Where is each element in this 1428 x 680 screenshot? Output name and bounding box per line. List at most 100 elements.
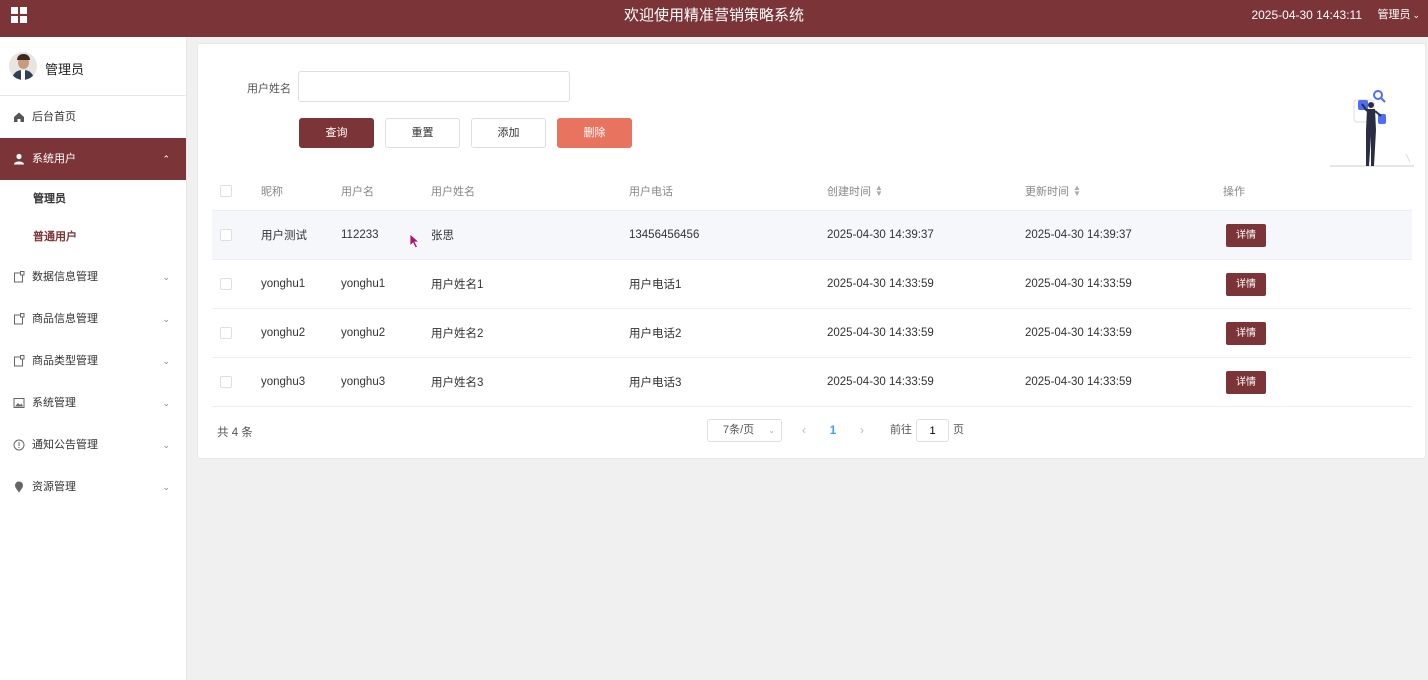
header-phone: 用户电话: [629, 185, 673, 198]
row-checkbox[interactable]: [220, 278, 232, 290]
chevron-down-icon: ⌄: [162, 440, 170, 450]
table-row[interactable]: 用户测试 112233 张思 13456456456 2025-04-30 14…: [212, 211, 1412, 260]
add-button[interactable]: 添加: [471, 118, 546, 148]
cell-phone: 用户电话1: [629, 279, 682, 291]
sidebar-item-product-type[interactable]: 商品类型管理 ⌄: [0, 340, 186, 382]
cell-nickname: yonghu3: [261, 376, 306, 388]
page-size-select[interactable]: 7条/页 ⌄: [707, 419, 782, 442]
chevron-down-icon: ⌄: [162, 482, 170, 492]
cell-created: 2025-04-30 14:39:37: [827, 229, 934, 241]
user-table: 昵称 用户名 用户姓名 用户电话 创建时间 ▲ ▼ 更新时间 ▲ ▼ 操作 用户测试…: [212, 171, 1412, 407]
info-icon: [13, 439, 25, 451]
row-checkbox[interactable]: [220, 376, 232, 388]
row-checkbox[interactable]: [220, 327, 232, 339]
detail-button[interactable]: 详情: [1226, 223, 1266, 247]
clipboard-icon: [14, 313, 25, 325]
search-illustration: [1330, 90, 1414, 167]
page-size-value: 7条/页: [723, 424, 755, 436]
select-all-checkbox[interactable]: [220, 184, 232, 197]
sort-icon[interactable]: ▲ ▼: [875, 183, 883, 197]
header-action: 操作: [1223, 185, 1245, 198]
detail-button[interactable]: 详情: [1226, 272, 1266, 296]
cell-phone: 13456456456: [629, 229, 700, 241]
chevron-down-icon: ⌄: [162, 356, 170, 366]
sidebar-item-label: 商品类型管理: [32, 355, 98, 367]
chevron-down-icon: ⌄: [768, 426, 775, 435]
avatar: [9, 52, 37, 80]
image-icon: [13, 398, 25, 408]
goto-suffix: 页: [953, 424, 964, 436]
sidebar-profile: 管理员: [0, 37, 186, 96]
chevron-down-icon: ⌄: [162, 398, 170, 408]
goto-page-input[interactable]: [916, 419, 949, 442]
sidebar-item-product-info[interactable]: 商品信息管理 ⌄: [0, 298, 186, 340]
cell-username: 112233: [341, 229, 379, 241]
prev-page-button[interactable]: ‹: [798, 419, 810, 442]
profile-name: 管理员: [45, 62, 85, 77]
cell-nickname: 用户测试: [261, 230, 307, 242]
sidebar-item-system-users[interactable]: 系统用户 ⌃: [0, 138, 186, 180]
next-page-button[interactable]: ›: [856, 419, 868, 442]
sidebar-item-label: 资源管理: [32, 481, 76, 493]
cell-realname: 用户姓名3: [431, 377, 484, 389]
sort-icon[interactable]: ▲ ▼: [1073, 183, 1081, 197]
header-updated[interactable]: 更新时间 ▲ ▼: [1025, 171, 1081, 210]
cell-nickname: yonghu2: [261, 327, 306, 339]
cell-updated: 2025-04-30 14:39:37: [1025, 229, 1132, 241]
sidebar-subitem-admin[interactable]: 管理员: [0, 180, 186, 218]
clipboard-icon: [14, 271, 25, 283]
cell-realname: 用户姓名2: [431, 328, 484, 340]
page-number-current[interactable]: 1: [826, 419, 840, 442]
sidebar-item-label: 数据信息管理: [32, 271, 98, 283]
table-row[interactable]: yonghu3 yonghu3 用户姓名3 用户电话3 2025-04-30 1…: [212, 358, 1412, 407]
chevron-up-icon: ⌃: [162, 154, 170, 164]
search-label: 用户姓名: [247, 83, 291, 95]
sidebar-item-system-management[interactable]: 系统管理 ⌄: [0, 382, 186, 424]
chevron-down-icon: ⌄: [1412, 10, 1420, 20]
header-created-label: 创建时间: [827, 185, 871, 198]
user-menu-dropdown[interactable]: 管理员 ⌄: [1377, 0, 1420, 31]
cell-username: yonghu2: [341, 327, 386, 339]
sidebar-subitem-regular-users[interactable]: 普通用户: [0, 218, 186, 256]
user-icon: [14, 153, 24, 165]
header-nickname: 昵称: [261, 185, 283, 198]
cell-updated: 2025-04-30 14:33:59: [1025, 327, 1132, 339]
header-created[interactable]: 创建时间 ▲ ▼: [827, 171, 883, 210]
total-count: 共 4 条: [217, 427, 253, 439]
chevron-down-icon: ⌄: [162, 314, 170, 324]
cell-updated: 2025-04-30 14:33:59: [1025, 376, 1132, 388]
detail-button[interactable]: 详情: [1226, 321, 1266, 345]
table-row[interactable]: yonghu2 yonghu2 用户姓名2 用户电话2 2025-04-30 1…: [212, 309, 1412, 358]
cell-phone: 用户电话3: [629, 377, 682, 389]
sidebar-item-notice[interactable]: 通知公告管理 ⌄: [0, 424, 186, 466]
sidebar-item-data-info[interactable]: 数据信息管理 ⌄: [0, 256, 186, 298]
cell-realname: 张思: [431, 230, 454, 242]
detail-button[interactable]: 详情: [1226, 370, 1266, 394]
sidebar-item-label: 通知公告管理: [32, 439, 98, 451]
cell-username: yonghu3: [341, 376, 386, 388]
sidebar-item-home[interactable]: 后台首页: [0, 96, 186, 138]
goto-label: 前往: [890, 424, 912, 436]
clipboard-icon: [14, 355, 25, 367]
sidebar: 管理员 后台首页 系统用户 ⌃ 管理员 普通用户 数据信息管理 ⌄ 商品信息管理…: [0, 37, 187, 680]
cell-nickname: yonghu1: [261, 278, 306, 290]
search-input[interactable]: [298, 71, 570, 102]
cell-created: 2025-04-30 14:33:59: [827, 376, 934, 388]
reset-button[interactable]: 重置: [385, 118, 460, 148]
table-row[interactable]: yonghu1 yonghu1 用户姓名1 用户电话1 2025-04-30 1…: [212, 260, 1412, 309]
sidebar-item-label: 系统用户: [32, 153, 76, 165]
query-button[interactable]: 查询: [299, 118, 374, 148]
header-username: 用户名: [341, 185, 374, 198]
sidebar-item-label: 商品信息管理: [32, 313, 98, 325]
app-title: 欢迎使用精准营销策略系统: [623, 7, 804, 24]
delete-button[interactable]: 删除: [557, 118, 632, 148]
sidebar-item-resources[interactable]: 资源管理 ⌄: [0, 466, 186, 508]
chevron-down-icon: ⌄: [162, 272, 170, 282]
row-checkbox[interactable]: [220, 229, 232, 241]
location-icon: [15, 481, 23, 493]
cell-username: yonghu1: [341, 278, 386, 290]
sidebar-item-label: 后台首页: [32, 111, 76, 123]
home-icon: [14, 112, 24, 122]
mouse-cursor-icon: [409, 233, 421, 249]
header-realname: 用户姓名: [431, 185, 475, 198]
